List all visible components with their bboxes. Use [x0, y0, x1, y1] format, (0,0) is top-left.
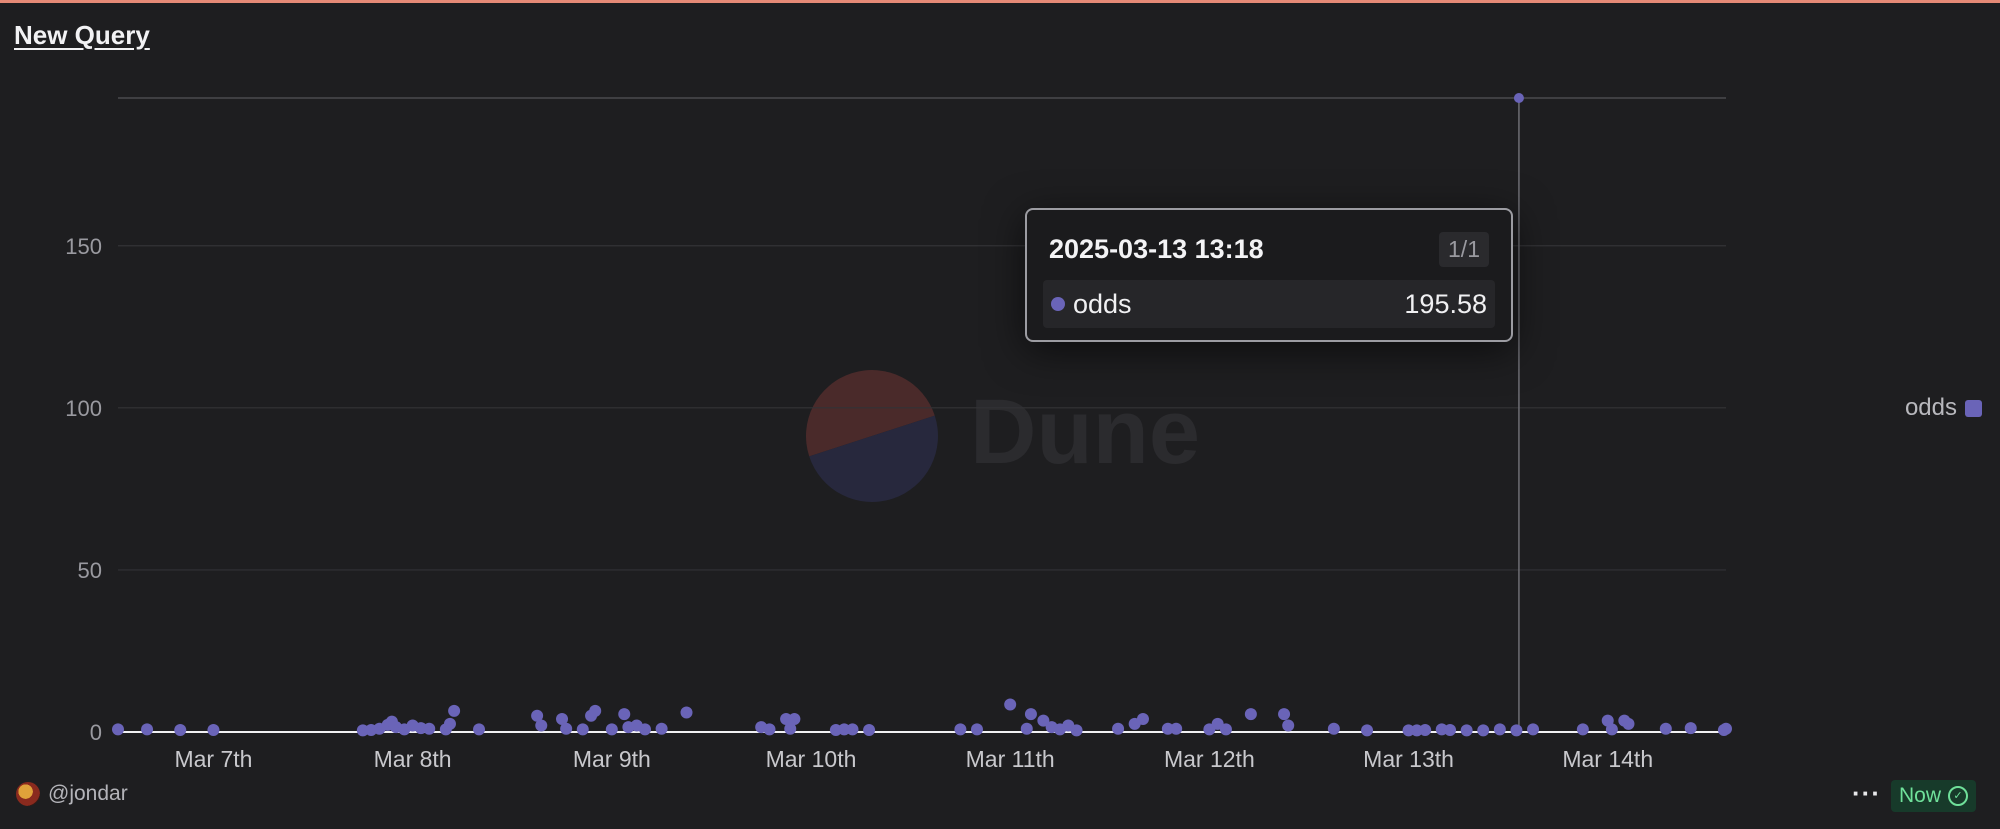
- data-point: [174, 724, 187, 737]
- data-point: [423, 722, 436, 735]
- data-point: [1510, 724, 1523, 737]
- x-tick-label: Mar 10th: [766, 746, 857, 772]
- data-point: [1460, 724, 1473, 737]
- avatar: [16, 782, 40, 806]
- data-point: [788, 713, 801, 726]
- tooltip-pager: 1/1: [1439, 232, 1489, 267]
- data-point: [680, 706, 693, 719]
- watermark-text: Dune: [970, 381, 1200, 483]
- y-axis-ticks: 0 50 100 150: [65, 234, 102, 745]
- data-point: [1004, 698, 1017, 711]
- x-tick-label: Mar 11th: [966, 746, 1055, 772]
- data-point: [1527, 723, 1540, 736]
- x-tick-label: Mar 7th: [174, 746, 252, 772]
- data-point: [618, 708, 631, 721]
- x-tick-label: Mar 12th: [1164, 746, 1255, 772]
- data-point: [448, 704, 461, 717]
- data-point: [1327, 722, 1340, 735]
- legend-swatch: [1965, 399, 1982, 417]
- data-point: [1020, 722, 1033, 735]
- data-point: [1622, 717, 1635, 730]
- x-tick-label: Mar 8th: [374, 746, 452, 772]
- data-point: [535, 719, 548, 732]
- data-point: [443, 717, 456, 730]
- y-tick-label: 150: [65, 234, 102, 259]
- tooltip-series-row: odds 195.58: [1043, 280, 1495, 328]
- data-point: [1720, 722, 1732, 735]
- tooltip-timestamp: 2025-03-13 13:18: [1049, 234, 1264, 264]
- legend-label: odds: [1904, 394, 1957, 421]
- data-point: [1219, 723, 1232, 736]
- dune-watermark: Dune: [806, 370, 1200, 502]
- data-point: [1170, 722, 1183, 735]
- data-point: [846, 723, 859, 736]
- data-point: [1493, 723, 1506, 736]
- data-point: [655, 722, 668, 735]
- data-point: [207, 724, 220, 737]
- data-point: [1112, 722, 1125, 735]
- x-tick-label: Mar 14th: [1562, 746, 1653, 772]
- data-point: [1444, 724, 1457, 737]
- data-point: [1070, 724, 1083, 737]
- data-point: [605, 723, 618, 736]
- data-point: [970, 723, 983, 736]
- more-options-icon[interactable]: ···: [1852, 778, 1881, 809]
- y-tick-label: 50: [78, 558, 102, 583]
- check-circle-icon: ✓: [1948, 786, 1969, 806]
- status-badge[interactable]: Now ✓: [1891, 780, 1977, 812]
- x-tick-label: Mar 13th: [1363, 746, 1454, 772]
- data-point: [1278, 708, 1291, 721]
- data-point: [639, 723, 652, 736]
- data-point: [763, 723, 776, 736]
- y-tick-label: 100: [65, 396, 102, 421]
- status-label: Now: [1899, 784, 1942, 807]
- data-point: [112, 723, 124, 736]
- data-point: [141, 723, 154, 736]
- data-point: [560, 722, 573, 735]
- data-point: [863, 724, 876, 737]
- data-point: [589, 704, 602, 717]
- x-tick-label: Mar 9th: [573, 746, 651, 772]
- data-point: [1244, 708, 1257, 721]
- x-axis-ticks: Mar 7th Mar 8th Mar 9th Mar 10th Mar 11th Mar…: [174, 746, 1653, 772]
- data-point: [1659, 722, 1672, 735]
- tooltip-series-name: odds: [1073, 288, 1132, 319]
- tooltip-value: 195.58: [1404, 288, 1487, 319]
- data-point: [1513, 93, 1524, 103]
- data-point: [1477, 724, 1490, 737]
- chart-tooltip: 2025-03-13 13:18 1/1 odds 195.58: [1025, 208, 1513, 342]
- series-dot-icon: [1051, 297, 1065, 311]
- data-point: [1684, 722, 1697, 735]
- data-point: [576, 723, 589, 736]
- data-point: [1024, 708, 1037, 721]
- author-link[interactable]: @jondar: [16, 782, 128, 806]
- data-point: [1605, 723, 1618, 736]
- data-point: [954, 723, 967, 736]
- data-point: [1361, 724, 1374, 737]
- data-point: [1419, 724, 1432, 737]
- data-point: [1282, 719, 1295, 732]
- data-point: [1576, 723, 1589, 736]
- scatter-chart: Dune 050100150 Mar 7th Mar 8th Mar 9th Mar …: [65, 93, 1732, 772]
- author-name: @jondar: [48, 782, 128, 805]
- data-point: [1136, 713, 1149, 726]
- data-point: [473, 723, 486, 736]
- legend-item-odds[interactable]: odds: [1905, 394, 1982, 422]
- y-tick-label: 0: [90, 720, 102, 745]
